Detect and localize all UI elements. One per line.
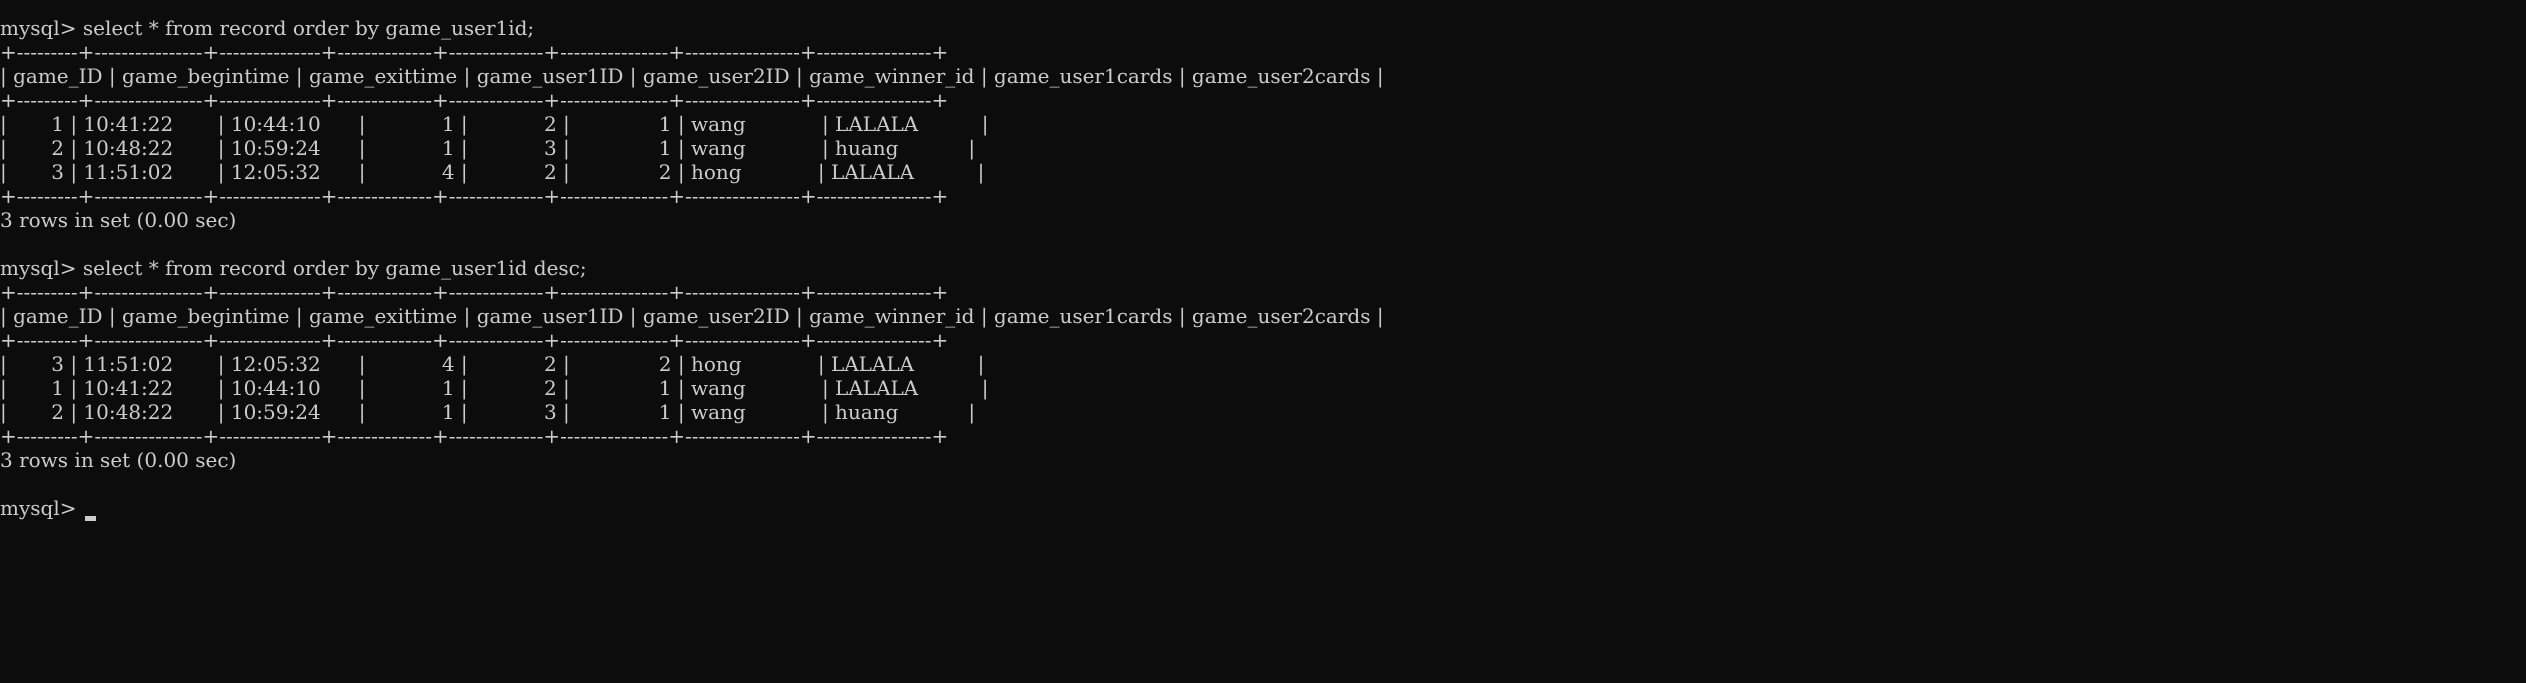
- table-border-top: +---------+----------------+------------…: [0, 280, 949, 304]
- table-border-bottom: +---------+----------------+------------…: [0, 184, 949, 208]
- prompt-text: mysql>: [0, 496, 83, 520]
- table-row: | 1 | 10:41:22 | 10:44:10 | 1 | 2 | 1 | …: [0, 376, 989, 400]
- result-summary: 3 rows in set (0.00 sec): [0, 208, 237, 232]
- table-border-header: +---------+----------------+------------…: [0, 328, 949, 352]
- terminal-prompt-line[interactable]: mysql>: [0, 496, 96, 521]
- table-header-row: | game_ID | game_begintime | game_exitti…: [0, 304, 1384, 328]
- terminal-window[interactable]: mysql> select * from record order by gam…: [0, 0, 2526, 683]
- result-summary: 3 rows in set (0.00 sec): [0, 448, 237, 472]
- table-row: | 2 | 10:48:22 | 10:59:24 | 1 | 3 | 1 | …: [0, 400, 976, 424]
- table-row: | 2 | 10:48:22 | 10:59:24 | 1 | 3 | 1 | …: [0, 136, 976, 160]
- table-row: | 3 | 11:51:02 | 12:05:32 | 4 | 2 | 2 | …: [0, 160, 985, 184]
- table-row: | 3 | 11:51:02 | 12:05:32 | 4 | 2 | 2 | …: [0, 352, 985, 376]
- text-cursor: [84, 516, 96, 521]
- terminal-line-command-1: mysql> select * from record order by gam…: [0, 16, 535, 40]
- terminal-line-command-2: mysql> select * from record order by gam…: [0, 256, 587, 280]
- table-header-row: | game_ID | game_begintime | game_exitti…: [0, 64, 1384, 88]
- table-border-bottom: +---------+----------------+------------…: [0, 424, 949, 448]
- table-row: | 1 | 10:41:22 | 10:44:10 | 1 | 2 | 1 | …: [0, 112, 989, 136]
- table-border-top: +---------+----------------+------------…: [0, 40, 949, 64]
- table-border-header: +---------+----------------+------------…: [0, 88, 949, 112]
